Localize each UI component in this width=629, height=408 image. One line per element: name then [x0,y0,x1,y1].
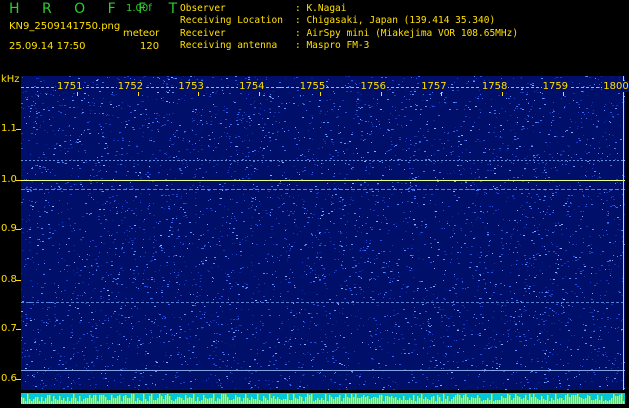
info-label: Receiving Location [180,15,295,27]
info-observer: Observer: K.Nagai [180,3,518,15]
x-tick-mark [138,92,139,96]
x-tick-label: 1759 [542,81,569,92]
datetime: 25.09.14 17:50 [9,41,86,52]
y-axis-unit: kHz [1,74,20,85]
count-value: 120 [140,41,159,52]
x-tick-label: 1757 [420,81,447,92]
mode-label: meteor [123,28,159,39]
info-value: : Chigasaki, Japan (139.414 35.340) [295,15,495,26]
info-receiver: Receiver: AirSpy mini (Miakejima VOR 108… [180,28,518,40]
x-tick-label: 1754 [238,81,265,92]
x-tick-mark [563,92,564,96]
y-tick-label: 0.8 [1,274,17,285]
x-tick-mark [623,92,624,96]
info-label: Receiving antenna [180,40,295,52]
y-tick-label: 0.7 [1,323,17,334]
plot-frame [21,76,624,390]
info-label: Receiver [180,28,295,40]
header: H R O F F T 1.00f KN9_2509141750.png met… [0,0,629,76]
info-location: Receiving Location: Chigasaki, Japan (13… [180,15,518,27]
info-value: : AirSpy mini (Miakejima VOR 108.65MHz) [295,28,518,39]
x-tick-mark [320,92,321,96]
x-tick-label: 1752 [117,81,144,92]
x-tick-mark [77,92,78,96]
x-tick-label: 1753 [177,81,204,92]
app-version: 1.00f [126,3,152,14]
info-antenna: Receiving antenna: Maspro FM-3 [180,40,518,52]
x-tick-mark [198,92,199,96]
x-tick-label: 1756 [360,81,387,92]
info-value: : Maspro FM-3 [295,40,369,51]
station-info: Observer: K.Nagai Receiving Location: Ch… [180,3,518,52]
y-tick-label: 1.1 [1,123,17,134]
x-tick-label: 1800 [602,81,629,92]
x-tick-label: 1755 [299,81,326,92]
app-title: H R O F F T [9,1,186,17]
x-tick-mark [259,92,260,96]
info-label: Observer [180,3,295,15]
info-value: : K.Nagai [295,3,346,14]
signal-strip [21,389,625,400]
x-tick-mark [502,92,503,96]
x-tick-label: 1758 [481,81,508,92]
y-tick-label: 1.0 [1,174,17,185]
x-tick-label: 1751 [56,81,83,92]
file-name: KN9_2509141750.png [9,21,120,32]
y-tick-label: 0.6 [1,373,17,384]
x-tick-mark [381,92,382,96]
y-tick-label: 0.9 [1,223,17,234]
x-tick-mark [441,92,442,96]
